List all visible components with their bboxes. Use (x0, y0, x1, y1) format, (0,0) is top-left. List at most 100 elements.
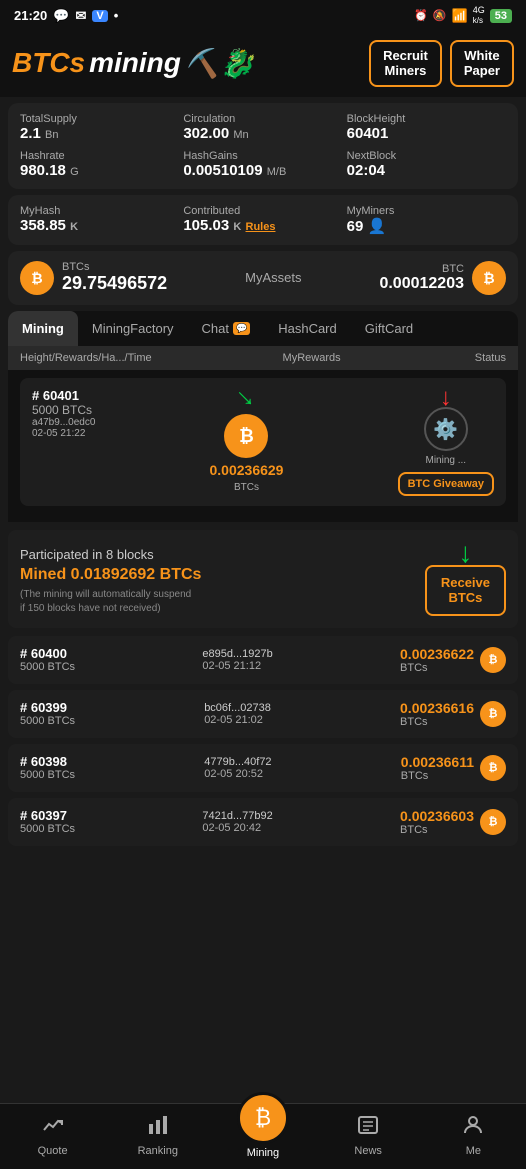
my-hash-label: MyHash (20, 205, 179, 217)
btc-giveaway-badge[interactable]: BTC Giveaway (398, 472, 494, 496)
list-item-number: # 60397 (20, 808, 75, 823)
green-down-arrow: ↓ (458, 542, 472, 564)
block-list: # 60400 5000 BTCs e895d...1927b 02-05 21… (8, 636, 518, 846)
app-logo: BTCs mining ⛏️🐉 (12, 47, 255, 80)
list-item-mid: 7421d...77b92 02-05 20:42 (202, 810, 272, 834)
my-stats-grid: MyHash 358.85 K Contributed 105.03 K Rul… (20, 205, 506, 235)
email-icon: ✉ (75, 8, 86, 24)
list-item-amount-info: 0.00236622 BTCs (400, 646, 474, 674)
speed-text: 4Gk/s (473, 6, 485, 26)
current-btc-icon: ₿ (224, 414, 268, 458)
block-middle: ↑ ₿ 0.00236629 BTCs (210, 388, 284, 493)
list-item-number: # 60399 (20, 700, 75, 715)
list-item-time: 02-05 20:52 (204, 768, 271, 780)
block-amount: 0.00236629 (210, 462, 284, 478)
total-supply-value: 2.1 Bn (20, 125, 179, 142)
tab-mining[interactable]: Mining (8, 311, 78, 346)
list-item-hash: bc06f...02738 (204, 702, 271, 714)
list-item-right: 0.00236616 BTCs ₿ (400, 700, 506, 728)
list-item-right: 0.00236603 BTCs ₿ (400, 808, 506, 836)
bottom-nav: Quote Ranking ₿ Mining News Me (0, 1103, 526, 1169)
nav-item-me[interactable]: Me (443, 1114, 503, 1157)
my-hash-value: 358.85 K (20, 217, 179, 234)
tab-mining-factory-label: MiningFactory (92, 321, 174, 336)
next-block-value: 02:04 (347, 162, 506, 179)
list-item-btcs: 5000 BTCs (20, 661, 75, 673)
ranking-icon (147, 1114, 169, 1142)
assets-row: ₿ BTCs 29.75496572 MyAssets BTC 0.000122… (8, 251, 518, 305)
hash-gains-value: 0.00510109 M/B (183, 162, 342, 179)
battery-icon: 53 (490, 9, 512, 23)
tab-mining-label: Mining (22, 321, 64, 336)
list-item-time: 02-05 21:12 (202, 660, 272, 672)
list-item: # 60397 5000 BTCs 7421d...77b92 02-05 20… (8, 798, 518, 846)
nav-item-ranking[interactable]: Ranking (128, 1114, 188, 1157)
contributed-label: Contributed (183, 205, 342, 217)
list-item-mid: bc06f...02738 02-05 21:02 (204, 702, 271, 726)
hash-gains-label: HashGains (183, 150, 342, 162)
dot-icon: • (114, 8, 119, 23)
btc-asset: BTC 0.00012203 ₿ (379, 261, 506, 295)
btcs-coin-icon: ₿ (20, 261, 54, 295)
rules-link[interactable]: Rules (246, 221, 276, 233)
quote-icon (42, 1114, 64, 1142)
contributed-stat: Contributed 105.03 K Rules (183, 205, 342, 235)
time-display: 21:20 (14, 8, 47, 23)
nav-item-mining[interactable]: ₿ Mining (233, 1112, 293, 1159)
tab-giftcard[interactable]: GiftCard (351, 311, 427, 346)
list-item-left: # 60399 5000 BTCs (20, 700, 75, 727)
current-block: # 60401 5000 BTCs a47b9...0edc0 02-05 21… (20, 378, 506, 506)
btc-coin-icon: ₿ (472, 261, 506, 295)
col-status: Status (409, 352, 506, 364)
stats-grid: TotalSupply 2.1 Bn Circulation 302.00 Mn… (20, 113, 506, 179)
list-item-btcs: 5000 BTCs (20, 769, 75, 781)
btcs-value: 29.75496572 (62, 273, 167, 294)
recruit-miners-button[interactable]: Recruit Miners (369, 40, 442, 87)
col-height-rewards: Height/Rewards/Ha.../Time (20, 352, 214, 364)
list-item: # 60400 5000 BTCs e895d...1927b 02-05 21… (8, 636, 518, 684)
my-assets-label[interactable]: MyAssets (245, 270, 301, 285)
list-item-amount-info: 0.00236603 BTCs (400, 808, 474, 836)
list-item-btc-icon: ₿ (480, 701, 506, 727)
white-paper-button[interactable]: White Paper (450, 40, 514, 87)
header-buttons: Recruit Miners White Paper (369, 40, 514, 87)
miners-person-icon: 👤 (368, 218, 387, 235)
mining-nav-coin: ₿ (237, 1092, 289, 1144)
participated-section: Participated in 8 blocks Mined 0.0189269… (8, 530, 518, 628)
col-my-rewards: MyRewards (214, 352, 408, 364)
participated-title: Participated in 8 blocks (20, 547, 201, 562)
list-item-btc-icon: ₿ (480, 809, 506, 835)
red-down-arrow: ↓ (440, 388, 452, 407)
list-item-btcs: 5000 BTCs (20, 715, 75, 727)
list-item-time: 02-05 21:02 (204, 714, 271, 726)
status-time: 21:20 💬 ✉ V • (14, 8, 118, 24)
logo-mining: mining (89, 47, 181, 79)
app-header: BTCs mining ⛏️🐉 Recruit Miners White Pap… (0, 32, 526, 97)
quote-label: Quote (38, 1145, 68, 1157)
stats-panel: TotalSupply 2.1 Bn Circulation 302.00 Mn… (8, 103, 518, 189)
receive-btcs-button[interactable]: Receive BTCs (425, 565, 506, 616)
nav-item-news[interactable]: News (338, 1114, 398, 1157)
btc-value: 0.00012203 (379, 275, 464, 293)
block-hash: a47b9...0edc0 (32, 417, 95, 428)
tab-chat[interactable]: Chat 💬 (188, 311, 265, 346)
contributed-value: 105.03 K Rules (183, 217, 342, 234)
btcs-info: BTCs 29.75496572 (62, 261, 167, 294)
my-hash-stat: MyHash 358.85 K (20, 205, 179, 235)
list-item: # 60398 5000 BTCs 4779b...40f72 02-05 20… (8, 744, 518, 792)
list-item-amount: 0.00236616 (400, 700, 474, 716)
list-item-right: 0.00236622 BTCs ₿ (400, 646, 506, 674)
tab-hashcard[interactable]: HashCard (264, 311, 351, 346)
logo-text: BTCs (12, 47, 85, 79)
my-miners-value: 69 👤 (347, 217, 506, 235)
list-item-amount-info: 0.00236611 BTCs (401, 754, 474, 782)
my-miners-label: MyMiners (347, 205, 506, 217)
nav-item-quote[interactable]: Quote (23, 1114, 83, 1157)
block-height-label: BlockHeight (347, 113, 506, 125)
list-item-amount-info: 0.00236616 BTCs (400, 700, 474, 728)
my-miners-stat: MyMiners 69 👤 (347, 205, 506, 235)
list-item-number: # 60398 (20, 754, 75, 769)
hash-gains-stat: HashGains 0.00510109 M/B (183, 150, 342, 179)
tab-mining-factory[interactable]: MiningFactory (78, 311, 188, 346)
tab-bar: Mining MiningFactory Chat 💬 HashCard Gif… (8, 311, 518, 346)
